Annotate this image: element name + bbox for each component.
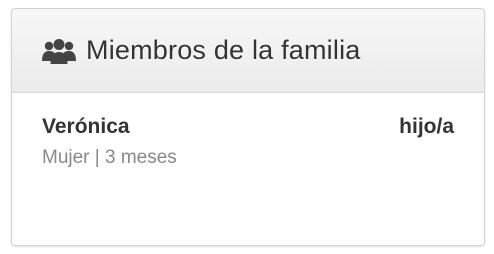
users-icon: [42, 37, 76, 65]
member-row: Verónica hijo/a: [42, 115, 454, 139]
member-details: Mujer | 3 meses: [42, 147, 177, 168]
panel-body: Verónica hijo/a Mujer | 3 meses: [12, 93, 484, 169]
family-members-panel: Miembros de la familia Verónica hijo/a M…: [11, 8, 485, 246]
member-item[interactable]: Verónica hijo/a Mujer | 3 meses: [42, 115, 454, 169]
panel-header: Miembros de la familia: [12, 9, 484, 93]
member-name: Verónica: [42, 115, 130, 138]
member-relation: hijo/a: [399, 115, 454, 138]
panel-title: Miembros de la familia: [86, 35, 361, 65]
